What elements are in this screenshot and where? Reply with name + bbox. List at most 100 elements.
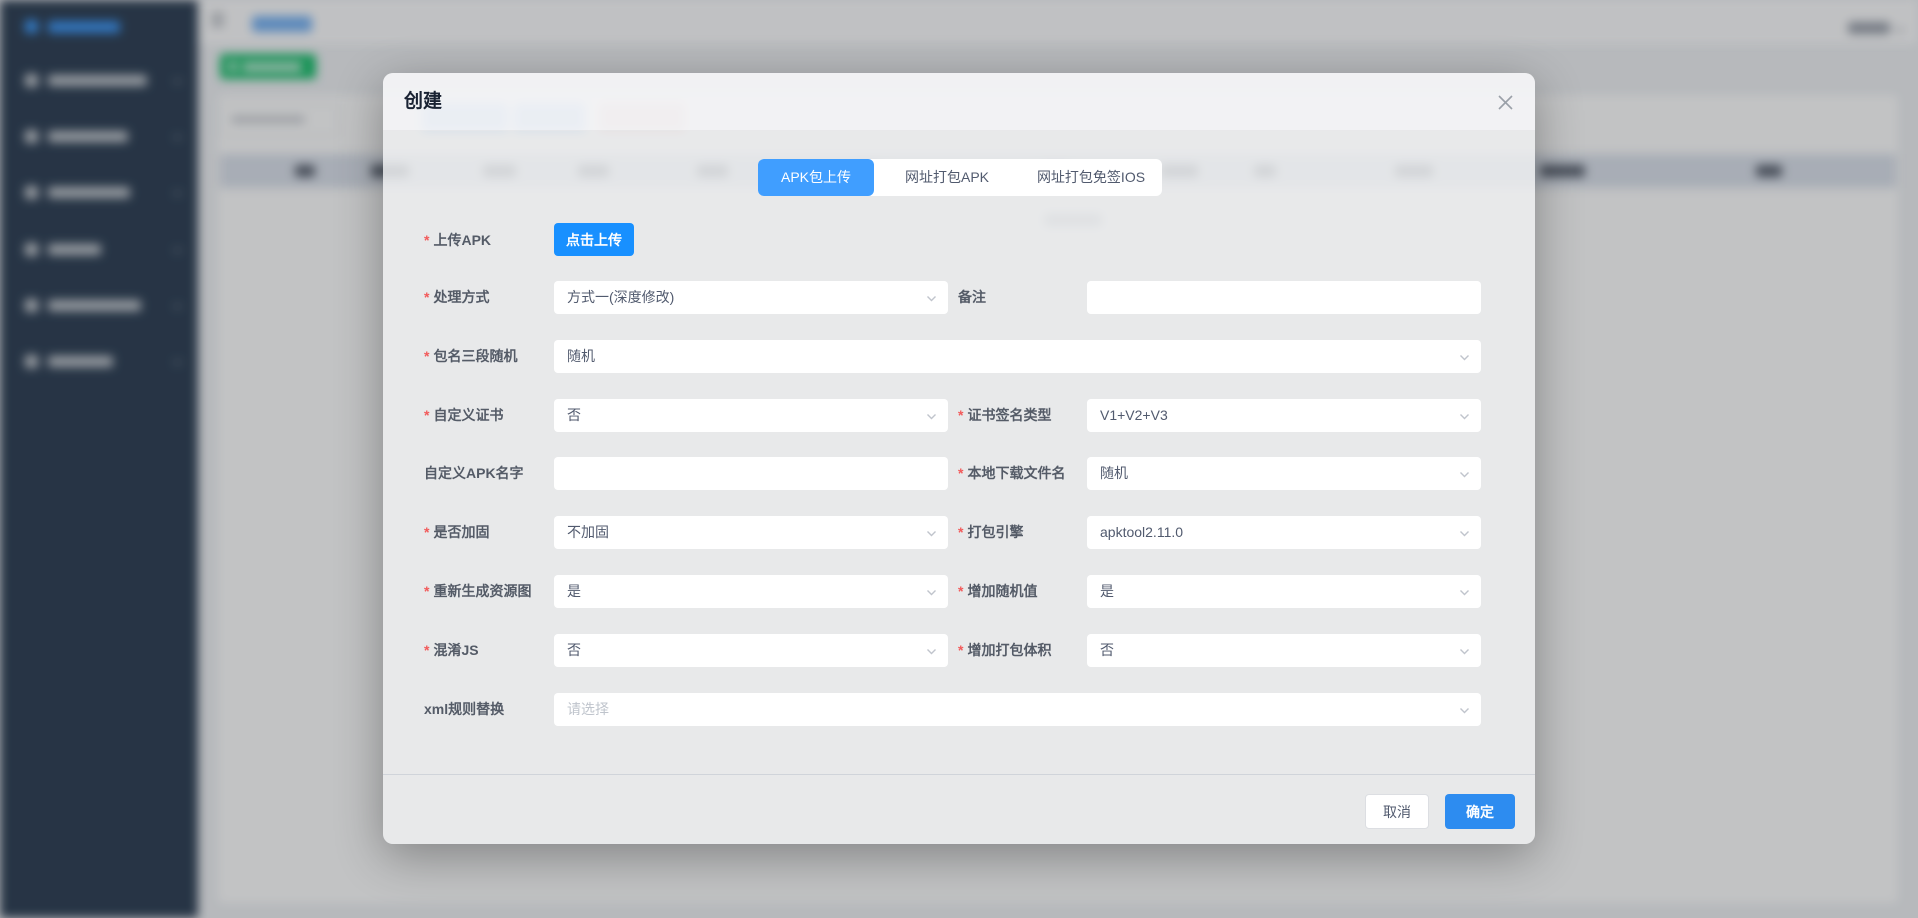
- remark-input[interactable]: [1087, 281, 1481, 314]
- field-label-remark: 备注: [958, 281, 986, 314]
- select-value: 否: [1087, 634, 1481, 667]
- harden-select[interactable]: 不加固: [554, 516, 948, 549]
- select-value: 随机: [554, 340, 1481, 373]
- form-row: xml规则替换 请选择: [383, 693, 1535, 726]
- chevron-down-icon: [1458, 645, 1471, 658]
- field-label-custom-apk-name: 自定义APK名字: [424, 457, 524, 490]
- select-value: 是: [1087, 575, 1481, 608]
- chevron-down-icon: [925, 645, 938, 658]
- required-asterisk: *: [958, 407, 963, 423]
- required-asterisk: *: [424, 232, 429, 248]
- chevron-down-icon: [1458, 351, 1471, 364]
- custom-apk-name-input[interactable]: [554, 457, 948, 490]
- form-row: *是否加固不加固*打包引擎apktool2.11.0: [383, 516, 1535, 549]
- chevron-down-icon: [1458, 468, 1471, 481]
- tab-url-pack-ios[interactable]: 网址打包免签IOS: [1020, 159, 1162, 196]
- form-row: *重新生成资源图是*增加随机值是: [383, 575, 1535, 608]
- label-text: 增加随机值: [967, 583, 1037, 599]
- label-text: 上传APK: [433, 232, 491, 248]
- field-label-regen-resources: *重新生成资源图: [424, 575, 531, 608]
- field-label-custom-cert: *自定义证书: [424, 399, 503, 432]
- field-label-cert-sign-type: *证书签名类型: [958, 399, 1051, 432]
- required-asterisk: *: [424, 524, 429, 540]
- field-label-package-name-random: *包名三段随机: [424, 340, 517, 373]
- upload-apk-button[interactable]: 点击上传: [554, 223, 634, 256]
- package-name-random-select[interactable]: 随机: [554, 340, 1481, 373]
- label-text: 自定义APK名字: [424, 465, 524, 481]
- form-row: *包名三段随机 随机: [383, 340, 1535, 373]
- select-value: V1+V2+V3: [1087, 399, 1481, 432]
- label-text: 自定义证书: [433, 407, 503, 423]
- field-label-upload-apk: *上传APK: [424, 224, 491, 257]
- required-asterisk: *: [424, 407, 429, 423]
- chevron-down-icon: [925, 586, 938, 599]
- field-label-harden: *是否加固: [424, 516, 489, 549]
- label-text: 备注: [958, 289, 986, 305]
- label-text: 增加打包体积: [967, 642, 1051, 658]
- process-mode-select[interactable]: 方式一(深度修改): [554, 281, 948, 314]
- form-row: *处理方式 方式一(深度修改) 备注: [383, 281, 1535, 314]
- required-asterisk: *: [958, 524, 963, 540]
- form-row: *上传APK 点击上传: [383, 224, 1535, 257]
- label-text: xml规则替换: [424, 701, 504, 717]
- local-download-filename-select[interactable]: 随机: [1087, 457, 1481, 490]
- required-asterisk: *: [424, 348, 429, 364]
- select-value: apktool2.11.0: [1087, 516, 1481, 549]
- required-asterisk: *: [958, 583, 963, 599]
- xml-rule-replace-select[interactable]: 请选择: [554, 693, 1481, 726]
- required-asterisk: *: [958, 642, 963, 658]
- add-random-value-select[interactable]: 是: [1087, 575, 1481, 608]
- add-package-size-select[interactable]: 否: [1087, 634, 1481, 667]
- modal-header: 创建: [383, 73, 1535, 131]
- select-value: 否: [554, 399, 948, 432]
- select-value: 是: [554, 575, 948, 608]
- chevron-down-icon: [1458, 527, 1471, 540]
- tab-url-pack-apk[interactable]: 网址打包APK: [874, 159, 1020, 196]
- label-text: 重新生成资源图: [433, 583, 531, 599]
- form-row: *混淆JS否*增加打包体积否: [383, 634, 1535, 667]
- select-value: 随机: [1087, 457, 1481, 490]
- label-text: 本地下载文件名: [967, 465, 1065, 481]
- tab-bar: APK包上传网址打包APK网址打包免签IOS: [758, 159, 1162, 196]
- field-label-obfuscate-js: *混淆JS: [424, 634, 479, 667]
- tab-apk-upload[interactable]: APK包上传: [758, 159, 874, 196]
- chevron-down-icon: [1458, 704, 1471, 717]
- label-text: 处理方式: [433, 289, 489, 305]
- field-label-pack-engine: *打包引擎: [958, 516, 1023, 549]
- confirm-button[interactable]: 确定: [1445, 794, 1515, 829]
- modal-footer: 取消 确定: [383, 774, 1535, 844]
- select-value: 否: [554, 634, 948, 667]
- chevron-down-icon: [1458, 586, 1471, 599]
- select-value: 请选择: [554, 693, 1481, 726]
- field-label-local-download-filename: *本地下载文件名: [958, 457, 1065, 490]
- cert-sign-type-select[interactable]: V1+V2+V3: [1087, 399, 1481, 432]
- select-value: 不加固: [554, 516, 948, 549]
- field-label-add-package-size: *增加打包体积: [958, 634, 1051, 667]
- label-text: 是否加固: [433, 524, 489, 540]
- field-label-process-mode: *处理方式: [424, 281, 489, 314]
- chevron-down-icon: [925, 410, 938, 423]
- form-row: *自定义证书否*证书签名类型V1+V2+V3: [383, 399, 1535, 432]
- field-label-xml-rule-replace: xml规则替换: [424, 693, 504, 726]
- pack-engine-select[interactable]: apktool2.11.0: [1087, 516, 1481, 549]
- field-label-add-random-value: *增加随机值: [958, 575, 1037, 608]
- modal-title: 创建: [404, 73, 442, 131]
- required-asterisk: *: [424, 583, 429, 599]
- chevron-down-icon: [925, 292, 938, 305]
- required-asterisk: *: [424, 289, 429, 305]
- cancel-button[interactable]: 取消: [1365, 794, 1429, 829]
- regen-resources-select[interactable]: 是: [554, 575, 948, 608]
- create-modal: 创建 APK包上传网址打包APK网址打包免签IOS *上传APK点击上传*处理方…: [383, 73, 1535, 844]
- label-text: 打包引擎: [967, 524, 1023, 540]
- custom-cert-select[interactable]: 否: [554, 399, 948, 432]
- chevron-down-icon: [1458, 410, 1471, 423]
- screen: ☰ 创建 APK包上传网址打包APK网址打包免签IOS *上传APK点击上传*处…: [0, 0, 1918, 918]
- obfuscate-js-select[interactable]: 否: [554, 634, 948, 667]
- close-icon[interactable]: [1497, 94, 1514, 111]
- chevron-down-icon: [925, 527, 938, 540]
- required-asterisk: *: [958, 465, 963, 481]
- select-value: 方式一(深度修改): [554, 281, 948, 314]
- label-text: 证书签名类型: [967, 407, 1051, 423]
- form-row: 自定义APK名字*本地下载文件名随机: [383, 457, 1535, 490]
- label-text: 混淆JS: [433, 642, 478, 658]
